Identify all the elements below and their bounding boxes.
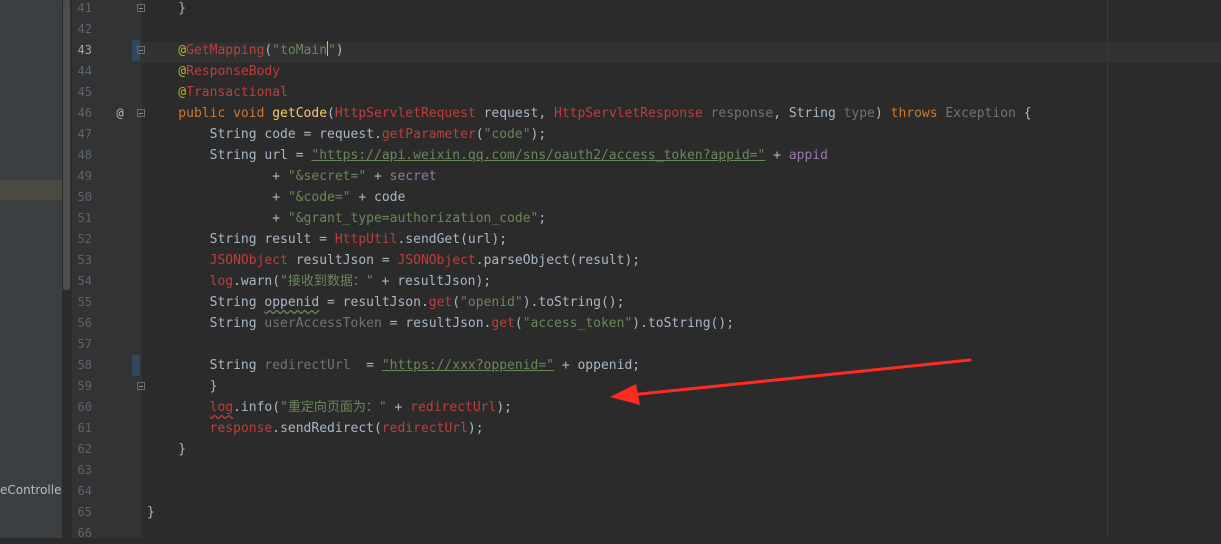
red-arrow-icon [610, 358, 972, 405]
arrow-head [610, 384, 640, 405]
arrow-shaft [628, 358, 972, 397]
